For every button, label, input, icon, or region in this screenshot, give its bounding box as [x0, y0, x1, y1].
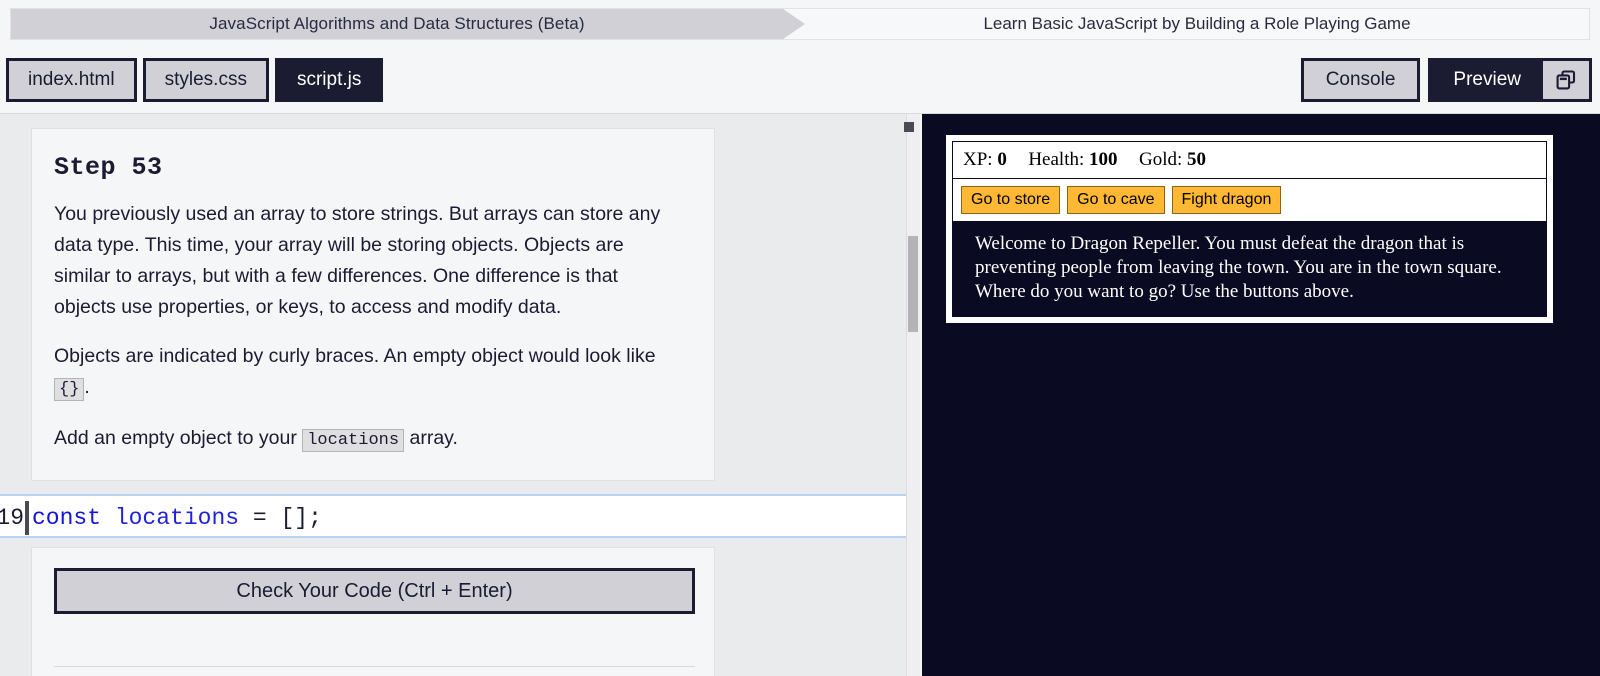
game-text-box: Welcome to Dragon Repeller. You must def…: [952, 222, 1547, 317]
gold-value: 50: [1187, 149, 1207, 170]
code-editor[interactable]: 19 const locations = [];: [0, 494, 912, 538]
file-tab-list: index.html styles.css script.js: [6, 58, 384, 102]
preview-controls: Console Preview: [1300, 58, 1592, 102]
check-code-panel: Check Your Code (Ctrl + Enter): [31, 547, 715, 676]
inline-code-locations: locations: [302, 429, 405, 452]
preview-button-group: Preview: [1428, 58, 1592, 102]
game-frame: XP: 0 Health: 100 Gold: 50 Go to store G…: [946, 135, 1553, 323]
text-caret: [25, 501, 29, 535]
paragraph-2-text-before: Objects are indicated by curly braces. A…: [54, 345, 656, 367]
instructions-paragraph-2: Objects are indicated by curly braces. A…: [54, 341, 684, 405]
breadcrumb-project[interactable]: Learn Basic JavaScript by Building a Rol…: [783, 9, 1589, 39]
editor-toolbar: index.html styles.css script.js Console …: [0, 46, 1600, 114]
console-button[interactable]: Console: [1300, 58, 1421, 102]
duplicate-windows-icon[interactable]: [1543, 61, 1589, 99]
code-token-rest: = [];: [239, 505, 322, 531]
breadcrumb-bar: JavaScript Algorithms and Data Structure…: [0, 0, 1600, 46]
instructions-paragraph-1: You previously used an array to store st…: [54, 203, 661, 318]
paragraph-3-text-before: Add an empty object to your: [54, 427, 303, 449]
left-scrollbar-track[interactable]: [906, 114, 920, 676]
check-your-code-button[interactable]: Check Your Code (Ctrl + Enter): [54, 568, 695, 614]
line-number: 19: [0, 505, 24, 531]
fight-dragon-button[interactable]: Fight dragon: [1171, 186, 1282, 214]
code-editor-active-line[interactable]: 19 const locations = [];: [0, 494, 912, 538]
file-tab-styles-css[interactable]: styles.css: [142, 58, 269, 102]
go-to-cave-button[interactable]: Go to cave: [1067, 186, 1165, 214]
breadcrumb: JavaScript Algorithms and Data Structure…: [10, 8, 1590, 40]
paragraph-2-text-after: .: [84, 376, 90, 398]
left-scrollbar-thumb[interactable]: [908, 236, 918, 332]
step-title: Step 53: [54, 153, 163, 182]
health-value: 100: [1089, 149, 1118, 170]
gold-label: Gold:: [1139, 149, 1183, 170]
scroll-top-marker-icon[interactable]: [904, 122, 914, 132]
preview-pane: XP: 0 Health: 100 Gold: 50 Go to store G…: [922, 114, 1600, 676]
instructions-paragraph-3: Add an empty object to your locations ar…: [54, 423, 684, 456]
code-token-keyword: const: [32, 505, 102, 531]
preview-button[interactable]: Preview: [1431, 61, 1543, 99]
challenge-left-column: Step 53 You previously used an array to …: [0, 114, 920, 676]
code-token-identifier: locations: [114, 505, 240, 531]
file-tab-index-html[interactable]: index.html: [6, 58, 137, 102]
xp-label: XP:: [963, 149, 993, 170]
go-to-store-button[interactable]: Go to store: [961, 186, 1061, 214]
xp-value: 0: [997, 149, 1007, 170]
file-tab-script-js[interactable]: script.js: [274, 58, 384, 102]
breadcrumb-course[interactable]: JavaScript Algorithms and Data Structure…: [11, 9, 805, 39]
game-controls-bar: Go to store Go to cave Fight dragon: [952, 179, 1547, 222]
game-stats-bar: XP: 0 Health: 100 Gold: 50: [952, 141, 1547, 179]
health-label: Health:: [1028, 149, 1085, 170]
code-line-text[interactable]: const locations = [];: [32, 496, 322, 540]
panel-divider: [54, 666, 695, 667]
instructions-panel: Step 53 You previously used an array to …: [31, 128, 715, 481]
paragraph-3-text-after: array.: [404, 427, 458, 449]
inline-code-empty-object: {}: [54, 378, 85, 401]
